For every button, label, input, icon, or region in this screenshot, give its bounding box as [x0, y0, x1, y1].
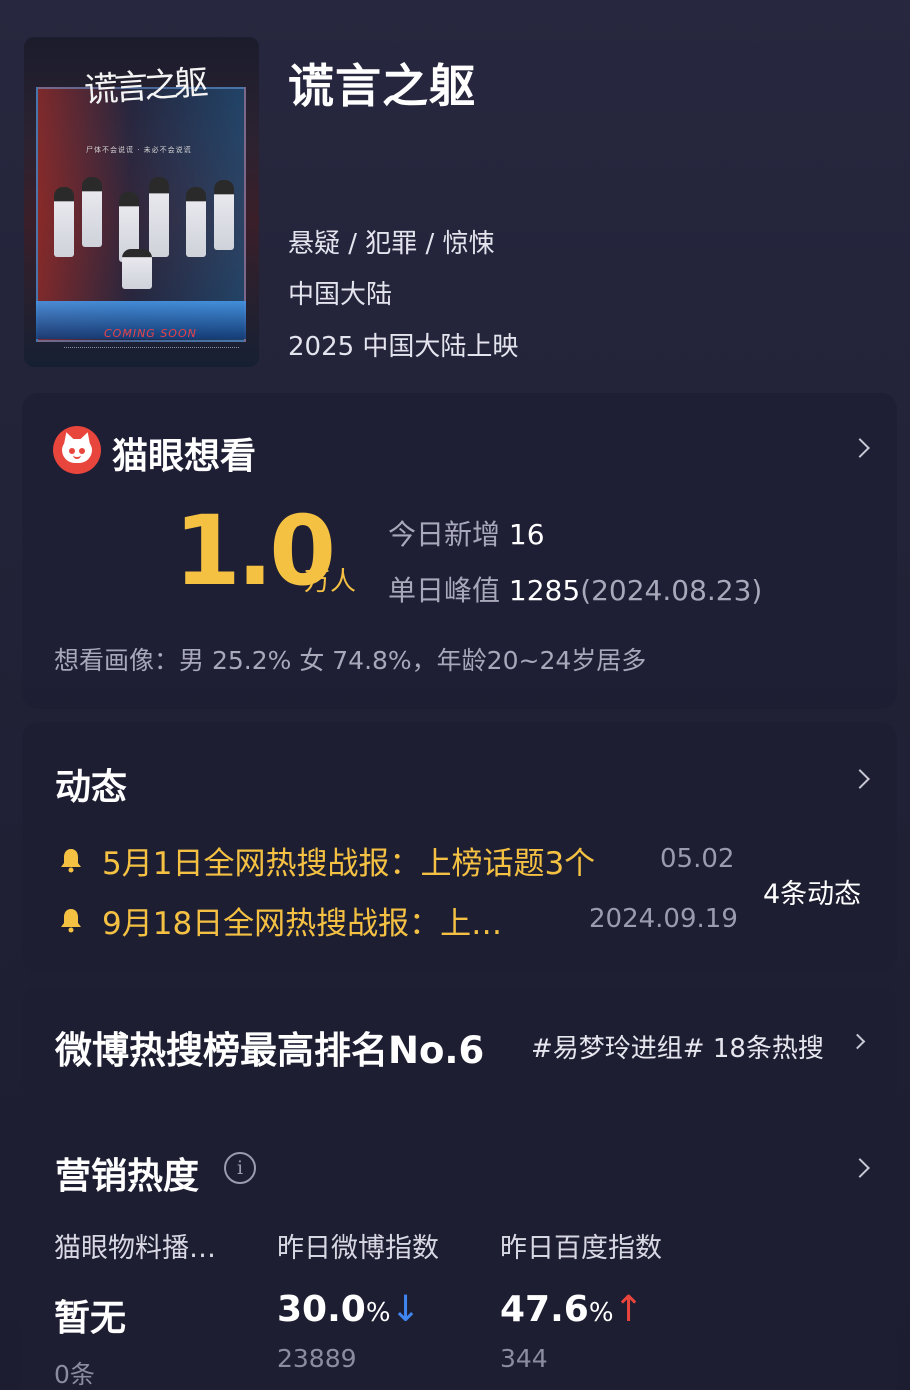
- bell-icon: [61, 849, 81, 873]
- metric-label: 猫眼物料播…: [54, 1233, 216, 1264]
- cat-eye: [79, 448, 85, 454]
- news-item-date: 2024.09.19: [589, 904, 738, 934]
- metric-value: 暂无: [54, 1289, 264, 1341]
- marketing-heat-card[interactable]: 营销热度 i 猫眼物料播… 暂无 0条 昨日微博指数 30.0%↓ 23889 …: [22, 1111, 897, 1390]
- audience-portrait: 想看画像：男 25.2% 女 74.8%，年龄20~24岁居多: [54, 646, 647, 675]
- metric-percent-sign: %: [365, 1298, 391, 1328]
- metric-value: 30.0%↓: [277, 1289, 487, 1330]
- metric-value-number: 47.6: [500, 1289, 589, 1330]
- metric-percent-sign: %: [588, 1298, 614, 1328]
- maoyan-cat-icon: [53, 426, 101, 474]
- news-card[interactable]: 动态 5月1日全网热搜战报：上榜话题3个 05.02 9月18日全网热搜战报：上…: [22, 722, 897, 972]
- weibo-hot-search-card[interactable]: 微博热搜榜最高排名No.6 #易梦玲进组# 18条热搜: [22, 986, 897, 1098]
- bell-icon: [61, 909, 81, 933]
- today-new-label: 今日新增: [388, 518, 501, 551]
- weibo-topic: #易梦玲进组# 18条热搜: [531, 1034, 824, 1064]
- poster-credits: [64, 347, 239, 351]
- movie-region: 中国大陆: [288, 280, 393, 310]
- poster-figure: [54, 187, 74, 257]
- cat-mouth: [73, 455, 81, 459]
- daily-peak-label: 单日峰值: [388, 574, 501, 607]
- movie-poster[interactable]: 谎言之躯 尸体不会说谎 · 未必不会说谎 COMING SOON: [24, 37, 259, 367]
- info-icon[interactable]: i: [224, 1152, 256, 1184]
- poster-coming-soon: COMING SOON: [104, 327, 197, 340]
- daily-peak-stat: 单日峰值 1285(2024.08.23): [388, 569, 762, 609]
- metric-baidu-index: 昨日百度指数 47.6%↑ 344: [500, 1226, 710, 1373]
- news-title: 动态: [55, 767, 128, 808]
- news-count[interactable]: 4条动态: [763, 872, 861, 911]
- metric-value: 47.6%↑: [500, 1289, 710, 1330]
- cat-face: [62, 439, 92, 463]
- metric-sub-value: 0条: [54, 1360, 95, 1389]
- cat-eye: [69, 448, 75, 454]
- today-new-stat: 今日新增 16: [388, 513, 545, 553]
- movie-genres: 悬疑 / 犯罪 / 惊悚: [288, 229, 495, 259]
- metric-maoyan-material: 猫眼物料播… 暂无 0条: [54, 1226, 264, 1390]
- metric-value-number: 30.0: [277, 1289, 366, 1330]
- daily-peak-value: 1285: [508, 574, 581, 607]
- news-item-text: 5月1日全网热搜战报：上榜话题3个: [102, 846, 596, 882]
- want-to-see-card[interactable]: 猫眼想看 1.0 万人 今日新增 16 单日峰值 1285(2024.08.23…: [22, 393, 897, 709]
- poster-figure: [214, 180, 234, 250]
- movie-release: 2025 中国大陆上映: [288, 332, 519, 362]
- poster-figure: [122, 249, 152, 289]
- metric-label: 昨日百度指数: [500, 1233, 662, 1264]
- arrow-down-icon: ↓: [390, 1289, 421, 1330]
- arrow-up-icon: ↑: [613, 1289, 644, 1330]
- weibo-rank-title: 微博热搜榜最高排名No.6: [55, 1029, 485, 1072]
- poster-figure: [186, 187, 206, 257]
- daily-peak-date: (2024.08.23): [580, 574, 763, 607]
- chevron-right-icon[interactable]: [850, 769, 870, 789]
- metric-sub-value: 23889: [277, 1344, 357, 1373]
- news-item[interactable]: 9月18日全网热搜战报：上… 2024.09.19: [58, 898, 778, 942]
- poster-figure: [149, 177, 169, 257]
- marketing-title: 营销热度: [55, 1156, 200, 1197]
- news-item-text: 9月18日全网热搜战报：上…: [102, 906, 503, 942]
- poster-title: 谎言之躯: [82, 62, 206, 112]
- poster-tagline: 尸体不会说谎 · 未必不会说谎: [86, 146, 192, 154]
- want-to-see-title: 猫眼想看: [112, 436, 257, 477]
- metric-sub-value: 344: [500, 1344, 548, 1373]
- news-item[interactable]: 5月1日全网热搜战报：上榜话题3个 05.02: [58, 838, 778, 882]
- want-count-unit: 万人: [304, 567, 357, 597]
- today-new-value: 16: [508, 518, 545, 551]
- poster-figure: [82, 177, 102, 247]
- metric-value-number: 暂无: [54, 1298, 127, 1339]
- chevron-right-icon[interactable]: [849, 1033, 866, 1050]
- movie-title: 谎言之躯: [288, 59, 476, 113]
- metric-label: 昨日微博指数: [277, 1233, 439, 1264]
- chevron-right-icon[interactable]: [850, 438, 870, 458]
- metric-weibo-index: 昨日微博指数 30.0%↓ 23889: [277, 1226, 487, 1373]
- chevron-right-icon[interactable]: [850, 1158, 870, 1178]
- news-item-date: 05.02: [660, 844, 735, 874]
